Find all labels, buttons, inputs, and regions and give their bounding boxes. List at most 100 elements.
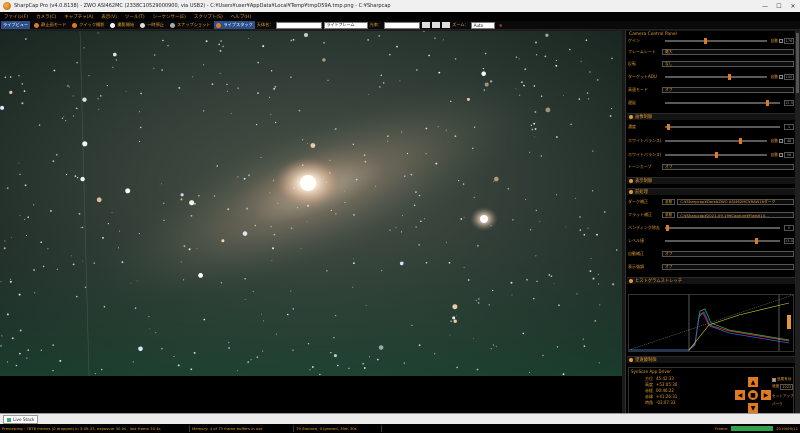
target-adu-slider-knob[interactable] (728, 74, 732, 80)
focus-select[interactable] (384, 21, 421, 29)
menu-view[interactable]: 表示(V) (97, 14, 121, 20)
move-south-button[interactable]: ▼ (748, 403, 758, 413)
frame-type-select[interactable]: ライトフレーム (323, 21, 368, 29)
stop-mount-button[interactable]: ■ (748, 390, 758, 400)
level-slider-knob[interactable] (754, 238, 758, 244)
star (26, 235, 27, 236)
menu-file[interactable]: ファイル(F) (0, 14, 32, 20)
histogram-chart[interactable] (628, 294, 794, 352)
menu-help[interactable]: ヘルプ(H) (227, 14, 255, 20)
banding-slider-knob[interactable] (666, 225, 670, 231)
target-icon[interactable]: ⊕ (497, 21, 505, 29)
wb-blue-slider-knob[interactable] (715, 152, 719, 158)
level-slider[interactable] (665, 238, 780, 244)
preprocessing-header[interactable]: 前処理 (627, 188, 795, 195)
display-controls-header[interactable]: 表示制御 (627, 177, 795, 184)
star (247, 37, 249, 39)
maximize-button[interactable]: ☐ (772, 0, 786, 12)
star (483, 89, 486, 91)
gain-slider-knob[interactable] (703, 38, 707, 44)
stop-capture-button[interactable]: 一時停止 (138, 21, 166, 29)
minimize-button[interactable]: — (758, 0, 772, 12)
tone-curve-select[interactable]: オフ (662, 164, 794, 170)
auto-correct-select[interactable]: オフ (662, 251, 794, 257)
park-button[interactable]: パーク (772, 402, 794, 407)
star (257, 61, 260, 64)
image-viewport[interactable] (0, 31, 622, 376)
star (603, 211, 606, 213)
gamma-slider[interactable] (665, 124, 780, 130)
move-north-button[interactable]: ▲ (748, 377, 758, 387)
wb-blue-auto-checkbox[interactable] (779, 153, 783, 157)
target-adu-auto-checkbox[interactable] (779, 75, 783, 79)
wb-red-auto[interactable]: 自動 (770, 138, 783, 144)
wb-blue-value[interactable]: 56 (784, 152, 794, 158)
target-adu-value[interactable]: 100 (784, 74, 794, 80)
snapshot-button[interactable]: スナップショット (168, 21, 213, 29)
gamma-value[interactable]: 1 (784, 124, 794, 130)
scroll-thumb[interactable] (796, 33, 799, 93)
reticle-toggle-button[interactable] (432, 22, 441, 28)
wb-blue-auto[interactable]: 自動 (770, 152, 783, 158)
histogram-header[interactable]: ヒストグラムストレッチ (627, 277, 795, 284)
star (615, 249, 618, 251)
menu-tools[interactable]: ツール(T) (121, 14, 149, 20)
star (535, 255, 537, 257)
target-adu-auto[interactable]: 自動 (770, 74, 783, 80)
still-mode-button[interactable]: 静止画モード (32, 21, 68, 29)
panel-scrollbar[interactable] (795, 31, 800, 424)
delay-slider[interactable] (665, 100, 780, 106)
gain-slider[interactable] (665, 38, 768, 44)
level-value[interactable]: 13.5 (784, 238, 794, 244)
wb-red-value[interactable]: 48 (784, 138, 794, 144)
banding-slider[interactable] (665, 225, 780, 231)
flip-select[interactable]: なし (662, 61, 794, 67)
star (611, 108, 613, 110)
move-west-button[interactable]: ◀ (735, 390, 745, 400)
delay-value[interactable]: 12.5 (784, 100, 794, 106)
speed-value[interactable]: 1025 (780, 384, 794, 390)
dark-path-select[interactable]: C:¥Sharpcap¥Dark¥ZWO ASI462MC¥RAW16ダーク (677, 199, 794, 205)
gain-value[interactable]: 176 (784, 38, 794, 44)
wb-blue-slider[interactable] (665, 152, 768, 158)
display-stretch-select[interactable]: オフ (662, 264, 794, 270)
gain-auto[interactable]: 自動 (770, 38, 783, 44)
tracking-checkbox[interactable] (772, 377, 776, 382)
live-view-button[interactable]: ライブビュー (1, 21, 31, 29)
flat-path-select[interactable]: C:¥Sharpcap¥2021-09-19¥Capture¥Flats¥10… (677, 212, 794, 218)
move-east-button[interactable]: ▶ (761, 390, 771, 400)
star (262, 350, 264, 352)
mount-header[interactable]: 望遠鏡制御 (627, 356, 795, 363)
star (76, 61, 78, 64)
star (363, 367, 366, 369)
high-speed-select[interactable]: オフ (662, 87, 794, 93)
live-stack-button[interactable]: ライブスタック (214, 21, 255, 29)
flat-browse-button[interactable]: 参照 (662, 212, 676, 218)
wb-red-slider-knob[interactable] (738, 138, 742, 144)
menu-scripting[interactable]: スクリプト(S) (190, 14, 227, 20)
quick-capture-button[interactable]: クイック撮影 (70, 21, 106, 29)
gain-auto-checkbox[interactable] (779, 39, 783, 43)
wb-red-slider[interactable] (665, 138, 768, 144)
menu-sequencer[interactable]: シーケンサー(E) (149, 14, 190, 20)
image-controls-header[interactable]: 画像制御 (627, 113, 795, 120)
tab-live-stack[interactable]: Live Stack (3, 415, 39, 424)
menu-capture[interactable]: キャプチャ(A) (60, 14, 97, 20)
menu-camera[interactable]: カメラ(C) (32, 14, 60, 20)
wb-red-auto-checkbox[interactable] (779, 139, 783, 143)
target-adu-slider[interactable] (665, 74, 768, 80)
close-button[interactable]: ✕ (786, 0, 800, 12)
banding-value[interactable]: 0 (784, 225, 794, 231)
gamma-slider-knob[interactable] (667, 124, 671, 130)
dark-browse-button[interactable]: 参照 (662, 199, 676, 205)
star (300, 248, 302, 250)
delay-slider-knob[interactable] (766, 100, 770, 106)
collapse-icon (629, 358, 633, 362)
target-name-select[interactable] (275, 21, 322, 29)
zoom-select[interactable]: Auto (470, 21, 495, 29)
frame-rate-select[interactable]: 最大 (662, 49, 794, 55)
mount-setup-button[interactable]: セットアップ (772, 394, 794, 399)
crosshair-toggle-button[interactable] (442, 22, 451, 28)
start-capture-button[interactable]: 撮影開始 (108, 21, 136, 29)
grid-toggle-button[interactable] (422, 22, 431, 28)
